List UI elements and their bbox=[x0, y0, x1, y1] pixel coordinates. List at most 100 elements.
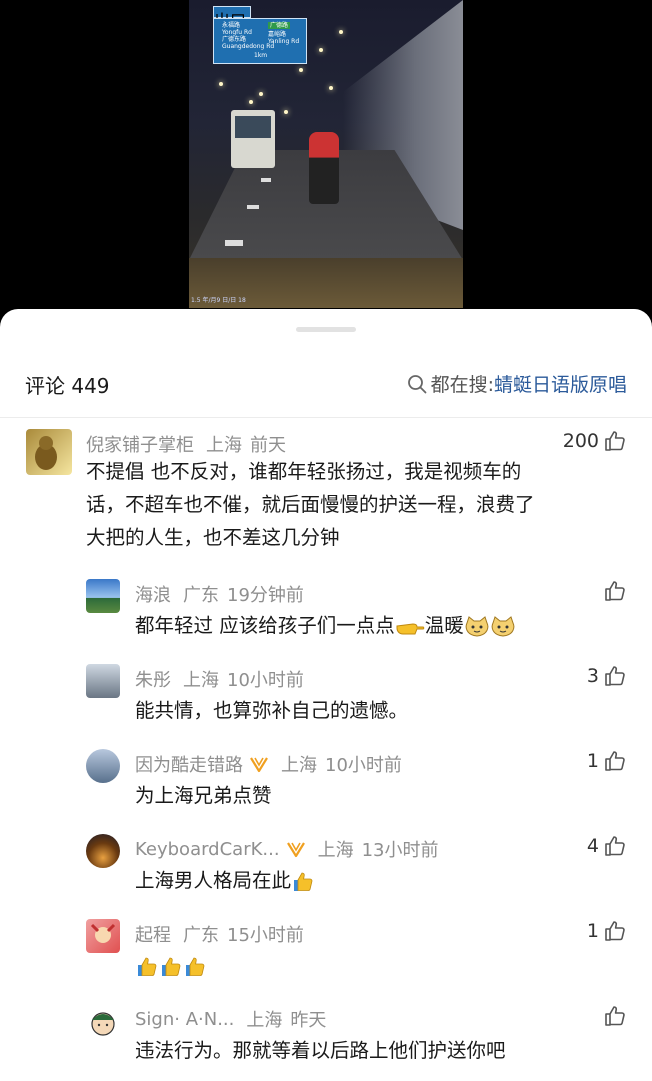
location: 上海 bbox=[183, 670, 219, 691]
comment-meta: 朱彤 上海 10小时前 bbox=[135, 666, 304, 692]
comment-text: 上海男人格局在此 bbox=[135, 864, 315, 897]
avatar[interactable] bbox=[86, 834, 120, 868]
thumbs-up-outline-icon bbox=[605, 751, 625, 771]
comment-text-part: 都年轻过 应该给孩子们一点点 bbox=[135, 614, 395, 637]
dashcam-timestamp: 1.5 年/月9 日/日 18 bbox=[191, 297, 246, 304]
comment-line: 大把的人生，也不差这几分钟 bbox=[86, 526, 340, 549]
comment-text-part: 温暖 bbox=[424, 614, 464, 637]
timestamp: 19分钟前 bbox=[227, 585, 304, 606]
location: 上海 bbox=[246, 1010, 283, 1031]
drag-handle[interactable] bbox=[296, 327, 356, 332]
comment-line: 话，不超车也不催，就后面慢慢的护送一程，浪费了 bbox=[86, 493, 535, 516]
like-count: 1 bbox=[586, 920, 599, 942]
comment-text: 不提倡 也不反对，谁都年轻张扬过，我是视频车的 话，不超车也不催，就后面慢慢的护… bbox=[86, 455, 636, 554]
vip-badge-icon bbox=[286, 842, 305, 858]
video-frame[interactable]: 出口 永福路 Yongfu Rd 广德东路 Guangdedong Rd 广德路… bbox=[189, 0, 463, 308]
thumbs-up-emoji bbox=[186, 957, 205, 976]
username[interactable]: 因为酷走错路 bbox=[135, 751, 243, 777]
username[interactable]: KeyboardCarK... bbox=[135, 839, 280, 860]
username[interactable]: 朱彤 bbox=[135, 666, 171, 692]
comment-meta: Sign· A·N... 上海 昨天 bbox=[135, 1006, 326, 1032]
comment-sheet: 评论 449 都在搜: 蜻蜓日语版原唱 倪家铺子掌柜 上海 前天 200 不提倡… bbox=[0, 309, 652, 1081]
search-keyword-link[interactable]: 蜻蜓日语版原唱 bbox=[494, 370, 627, 397]
thumbs-up-emoji bbox=[294, 872, 313, 891]
vip-badge-icon bbox=[250, 757, 268, 773]
comment-text bbox=[135, 949, 207, 982]
like-button[interactable]: 1 bbox=[587, 749, 627, 773]
comment-text: 都年轻过 应该给孩子们一点点 温暖 bbox=[135, 609, 516, 642]
timestamp: 10小时前 bbox=[227, 670, 304, 691]
username[interactable]: 海浪 bbox=[135, 581, 171, 607]
location: 广东 bbox=[183, 585, 219, 606]
video-player[interactable]: 出口 永福路 Yongfu Rd 广德东路 Guangdedong Rd 广德路… bbox=[0, 0, 652, 330]
username[interactable]: Sign· A·N... bbox=[135, 1009, 234, 1030]
comment-meta: 因为酷走错路 上海 10小时前 bbox=[135, 751, 402, 777]
like-count: 1 bbox=[586, 750, 599, 772]
sign-text: Yanling Rd bbox=[268, 38, 300, 45]
comment-meta: 倪家铺子掌柜 上海 前天 bbox=[86, 431, 286, 457]
lane-marking bbox=[225, 240, 243, 246]
thumbs-up-outline-icon bbox=[605, 431, 625, 451]
pointing-hand-emoji bbox=[396, 622, 424, 634]
thumbs-up-emoji bbox=[162, 957, 181, 976]
like-button[interactable] bbox=[599, 579, 627, 603]
avatar[interactable] bbox=[86, 919, 120, 953]
cat-face-emoji bbox=[491, 615, 515, 637]
lane-marking bbox=[247, 205, 259, 209]
sign-text: 永福路 bbox=[222, 22, 241, 29]
sign-text: 1km bbox=[254, 52, 268, 59]
comment-meta: 起程 广东 15小时前 bbox=[135, 921, 304, 947]
avatar[interactable] bbox=[86, 664, 120, 698]
like-button[interactable]: 3 bbox=[587, 664, 627, 688]
location: 广东 bbox=[183, 925, 219, 946]
timestamp: 前天 bbox=[250, 435, 286, 456]
comment-meta: KeyboardCarK... 上海 13小时前 bbox=[135, 836, 439, 862]
sign-text: 嘉峪路 bbox=[268, 31, 287, 38]
thumbs-up-emoji bbox=[138, 957, 157, 976]
location: 上海 bbox=[317, 840, 354, 861]
search-label: 都在搜: bbox=[430, 374, 494, 396]
sign-text: Guangdedong Rd bbox=[222, 43, 275, 50]
timestamp: 昨天 bbox=[290, 1010, 327, 1031]
motorcycle-riders bbox=[309, 132, 339, 204]
username[interactable]: 起程 bbox=[135, 921, 171, 947]
divider bbox=[0, 417, 652, 418]
road-sign: 永福路 Yongfu Rd 广德东路 Guangdedong Rd 广德路 嘉峪… bbox=[213, 18, 307, 64]
avatar[interactable] bbox=[86, 1006, 120, 1040]
like-count: 200 bbox=[562, 430, 599, 452]
location: 上海 bbox=[206, 435, 242, 456]
bus bbox=[231, 110, 275, 168]
like-button[interactable]: 1 bbox=[587, 919, 627, 943]
timestamp: 13小时前 bbox=[361, 840, 439, 861]
comment-text: 违法行为。那就等着以后路上他们护送你吧 bbox=[135, 1039, 506, 1062]
thumbs-up-outline-icon bbox=[605, 1006, 625, 1026]
trending-search[interactable]: 都在搜: 蜻蜓日语版原唱 bbox=[407, 370, 627, 397]
sign-text: 广德东路 bbox=[222, 36, 247, 43]
road-sign-exit: 出口 bbox=[213, 6, 251, 30]
comment-text: 为上海兄弟点赞 bbox=[135, 784, 272, 807]
timestamp: 10小时前 bbox=[325, 755, 402, 776]
avatar[interactable] bbox=[86, 579, 120, 613]
cat-face-emoji bbox=[465, 615, 489, 637]
sign-text: 广德路 bbox=[268, 22, 291, 29]
comment-line: 不提倡 也不反对，谁都年轻张扬过，我是视频车的 bbox=[86, 460, 522, 483]
thumbs-up-outline-icon bbox=[605, 581, 625, 601]
avatar[interactable] bbox=[26, 429, 72, 475]
like-button[interactable]: 200 bbox=[563, 429, 627, 453]
comment-count-title: 评论 449 bbox=[25, 374, 110, 398]
avatar[interactable] bbox=[86, 749, 120, 783]
like-button[interactable]: 4 bbox=[587, 834, 627, 858]
dashboard: 1.5 年/月9 日/日 18 bbox=[189, 258, 463, 308]
thumbs-up-outline-icon bbox=[605, 836, 625, 856]
lane-marking bbox=[261, 178, 271, 182]
like-button[interactable] bbox=[599, 1004, 627, 1028]
like-count: 4 bbox=[586, 835, 599, 857]
username[interactable]: 倪家铺子掌柜 bbox=[86, 431, 194, 457]
thumbs-up-outline-icon bbox=[605, 666, 625, 686]
search-icon bbox=[407, 374, 426, 393]
comment-meta: 海浪 广东 19分钟前 bbox=[135, 581, 304, 607]
like-count: 3 bbox=[586, 665, 599, 687]
comment-text: 能共情，也算弥补自己的遗憾。 bbox=[135, 699, 409, 722]
comment-text-part: 上海男人格局在此 bbox=[135, 869, 292, 892]
location: 上海 bbox=[281, 755, 317, 776]
